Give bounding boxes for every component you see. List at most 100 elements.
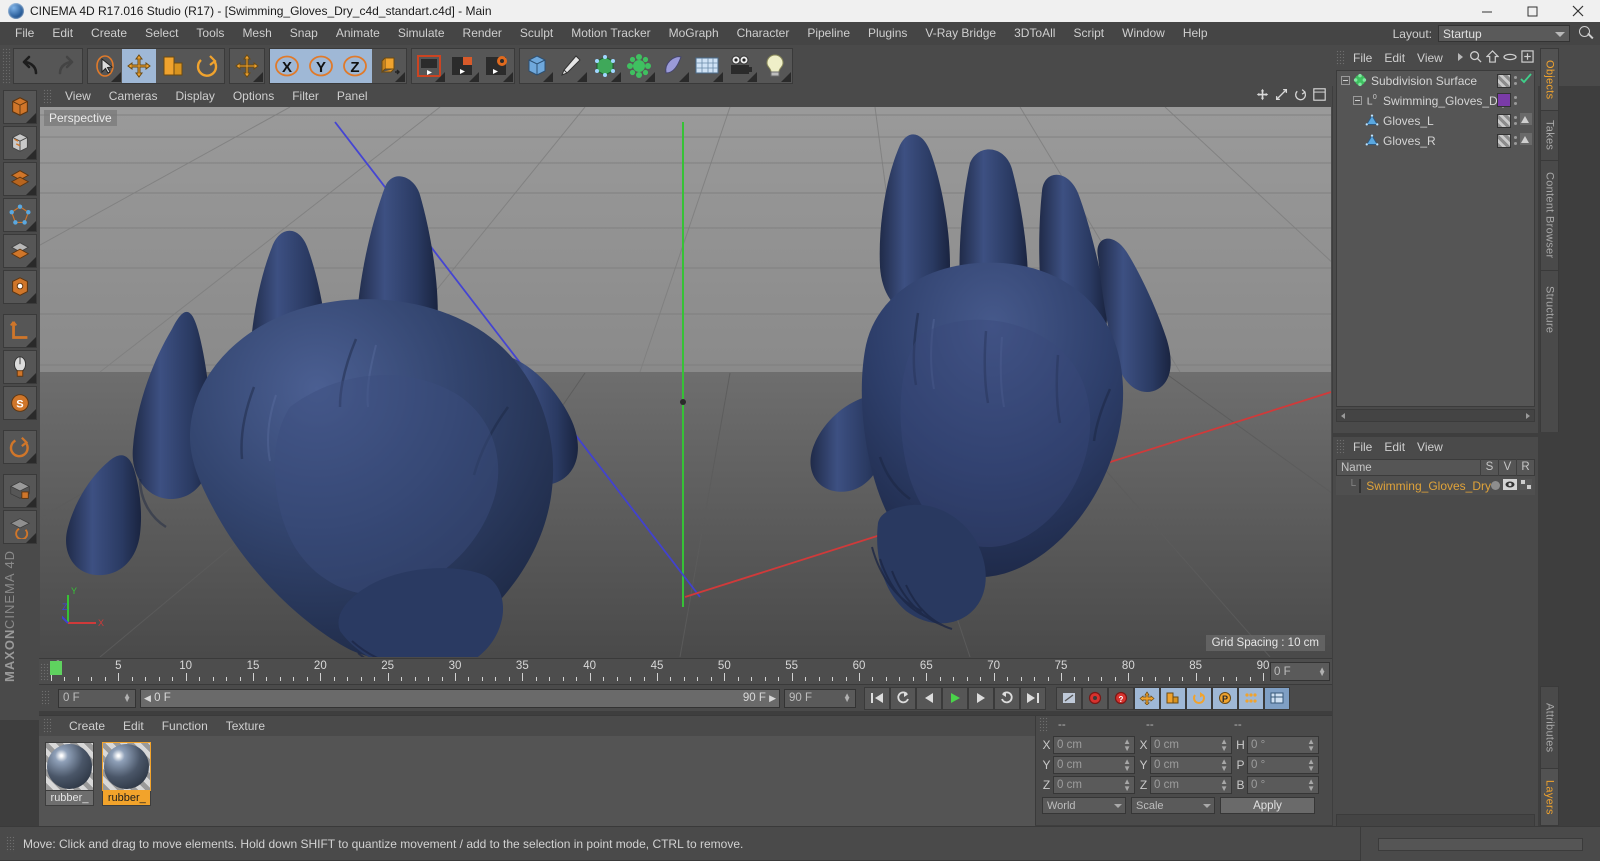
tree-expand-toggle[interactable] (1353, 94, 1362, 108)
menu-file[interactable]: File (6, 23, 43, 44)
current-frame-spinner-icon[interactable]: ▲ ▼ (123, 692, 131, 704)
redo-icon[interactable] (48, 49, 82, 83)
rotation-h-field[interactable]: 0 ° ▲ ▼ (1247, 735, 1319, 754)
tab-layers[interactable]: Layers (1540, 768, 1559, 826)
timeline-ruler-panel[interactable]: 051015202530354045505560657075808590 0 F… (39, 658, 1332, 684)
max-frame-field[interactable]: 90 F ▲ ▼ (784, 688, 856, 708)
apply-button[interactable]: Apply (1220, 797, 1315, 814)
workplane-icon[interactable] (2, 314, 37, 348)
polygon-mode-icon[interactable] (2, 162, 37, 196)
menu-pipeline[interactable]: Pipeline (798, 23, 859, 44)
menu-edit[interactable]: Edit (43, 23, 82, 44)
maximize-viewport-icon[interactable] (1313, 88, 1326, 101)
3d-viewport[interactable]: Perspective Grid Spacing : 10 cm Y X Z (40, 107, 1331, 657)
menu-simulate[interactable]: Simulate (389, 23, 454, 44)
deformer-icon[interactable] (622, 49, 656, 83)
object-swatch[interactable] (1497, 93, 1511, 107)
environment-icon[interactable] (656, 49, 690, 83)
play-icon[interactable] (942, 686, 968, 710)
search-icon[interactable] (1576, 25, 1596, 42)
visibility-dots[interactable] (1514, 95, 1517, 105)
current-frame-field[interactable]: 0 F ▲ ▼ (58, 688, 136, 708)
render-to-picture-viewer-icon[interactable] (446, 49, 480, 83)
status-bar-grip[interactable] (6, 835, 15, 852)
menu-script[interactable]: Script (1064, 23, 1113, 44)
visibility-dots[interactable] (1514, 76, 1517, 85)
toolbar-grip[interactable] (2, 47, 11, 84)
camera-icon[interactable] (724, 49, 758, 83)
object-row-subdivision-surface[interactable]: Subdivision Surface (1337, 71, 1534, 91)
material-menu-texture[interactable]: Texture (217, 716, 274, 737)
quantize-icon[interactable] (2, 430, 37, 464)
search-icon[interactable] (1469, 50, 1482, 66)
object-menu-file[interactable]: File (1347, 49, 1378, 68)
object-menu-view[interactable]: View (1411, 49, 1449, 68)
material-chip[interactable]: rubber_ (102, 742, 152, 806)
light-icon[interactable] (758, 49, 792, 83)
scale-camera-icon[interactable] (1275, 88, 1288, 101)
step-back-keyframe-icon[interactable] (890, 686, 916, 710)
scale-icon[interactable] (156, 49, 190, 83)
render-view-icon[interactable] (412, 49, 446, 83)
layer-color-swatch[interactable] (1358, 478, 1362, 493)
menu-vray-bridge[interactable]: V-Ray Bridge (916, 23, 1005, 44)
menu-mograph[interactable]: MoGraph (660, 23, 728, 44)
object-axis-mode-icon[interactable] (2, 270, 37, 304)
object-tree[interactable]: Subdivision Surface L0 Swimming_Gloves_D… (1336, 70, 1535, 407)
menu-character[interactable]: Character (728, 23, 799, 44)
menu-animate[interactable]: Animate (327, 23, 389, 44)
size-z-field[interactable]: 0 cm ▲ ▼ (1150, 775, 1232, 794)
move-tool-icon[interactable] (230, 49, 264, 83)
record-active-objects-icon[interactable] (1082, 686, 1108, 710)
timeline-frame-field[interactable]: 0 F ▲ ▼ (1270, 662, 1330, 681)
position-x-field[interactable]: 0 cm ▲ ▼ (1053, 735, 1135, 754)
tree-expand-toggle[interactable] (1341, 74, 1350, 88)
menu-create[interactable]: Create (82, 23, 136, 44)
x-axis-icon[interactable]: X (270, 48, 304, 83)
material-chip[interactable]: rubber_ (45, 742, 94, 806)
layer-col-s[interactable]: S (1480, 459, 1498, 476)
timeline-grip[interactable] (40, 663, 49, 681)
lock-grid-icon[interactable] (2, 474, 37, 508)
object-manager-grip[interactable] (1336, 50, 1345, 66)
position-y-field[interactable]: 0 cm ▲ ▼ (1053, 755, 1135, 774)
viewport-menu-panel[interactable]: Panel (328, 87, 377, 106)
menu-tools[interactable]: Tools (187, 23, 233, 44)
floor-object-icon[interactable] (690, 49, 724, 83)
object-row-swimming-gloves-dry[interactable]: L0 Swimming_Gloves_Dry (1337, 91, 1534, 111)
position-key-icon[interactable] (1134, 686, 1160, 710)
go-to-end-icon[interactable] (1020, 686, 1046, 710)
parameter-key-icon[interactable]: P (1212, 686, 1238, 710)
menu-snap[interactable]: Snap (281, 23, 327, 44)
move-icon[interactable] (122, 48, 156, 83)
world-coordinate-icon[interactable] (372, 49, 406, 83)
menu-select[interactable]: Select (136, 23, 187, 44)
tab-structure[interactable]: Structure (1540, 270, 1559, 348)
object-menu-edit[interactable]: Edit (1378, 49, 1411, 68)
playbar-grip[interactable] (41, 690, 50, 706)
object-row-gloves-l[interactable]: Gloves_L (1337, 111, 1534, 131)
snap-icon[interactable]: S (2, 386, 37, 420)
timeline-ruler[interactable]: 051015202530354045505560657075808590 (51, 659, 1269, 685)
menu-sculpt[interactable]: Sculpt (511, 23, 562, 44)
material-list[interactable]: rubber_ rubber_ (39, 736, 1035, 826)
tab-attributes[interactable]: Attributes (1540, 686, 1559, 768)
close-button[interactable] (1555, 0, 1600, 22)
layer-menu-edit[interactable]: Edit (1378, 438, 1411, 457)
layer-menu-file[interactable]: File (1347, 438, 1378, 457)
layer-manager-grip[interactable] (1336, 439, 1345, 455)
menu-plugins[interactable]: Plugins (859, 23, 916, 44)
material-menu-edit[interactable]: Edit (114, 716, 153, 737)
playhead-marker[interactable] (50, 661, 62, 675)
material-tag-icon[interactable] (1520, 133, 1532, 148)
size-x-field[interactable]: 0 cm ▲ ▼ (1150, 735, 1232, 754)
material-menu-grip[interactable] (43, 718, 52, 734)
home-icon[interactable] (1485, 50, 1500, 66)
menu-window[interactable]: Window (1113, 23, 1174, 44)
coordinate-system-dropdown[interactable]: World (1042, 797, 1126, 814)
autokeying-icon[interactable] (1056, 686, 1082, 710)
keyframe-selection-icon[interactable]: ? (1108, 686, 1134, 710)
viewport-menu-cameras[interactable]: Cameras (100, 87, 167, 106)
check-icon[interactable] (1520, 73, 1532, 88)
menu-render[interactable]: Render (454, 23, 511, 44)
